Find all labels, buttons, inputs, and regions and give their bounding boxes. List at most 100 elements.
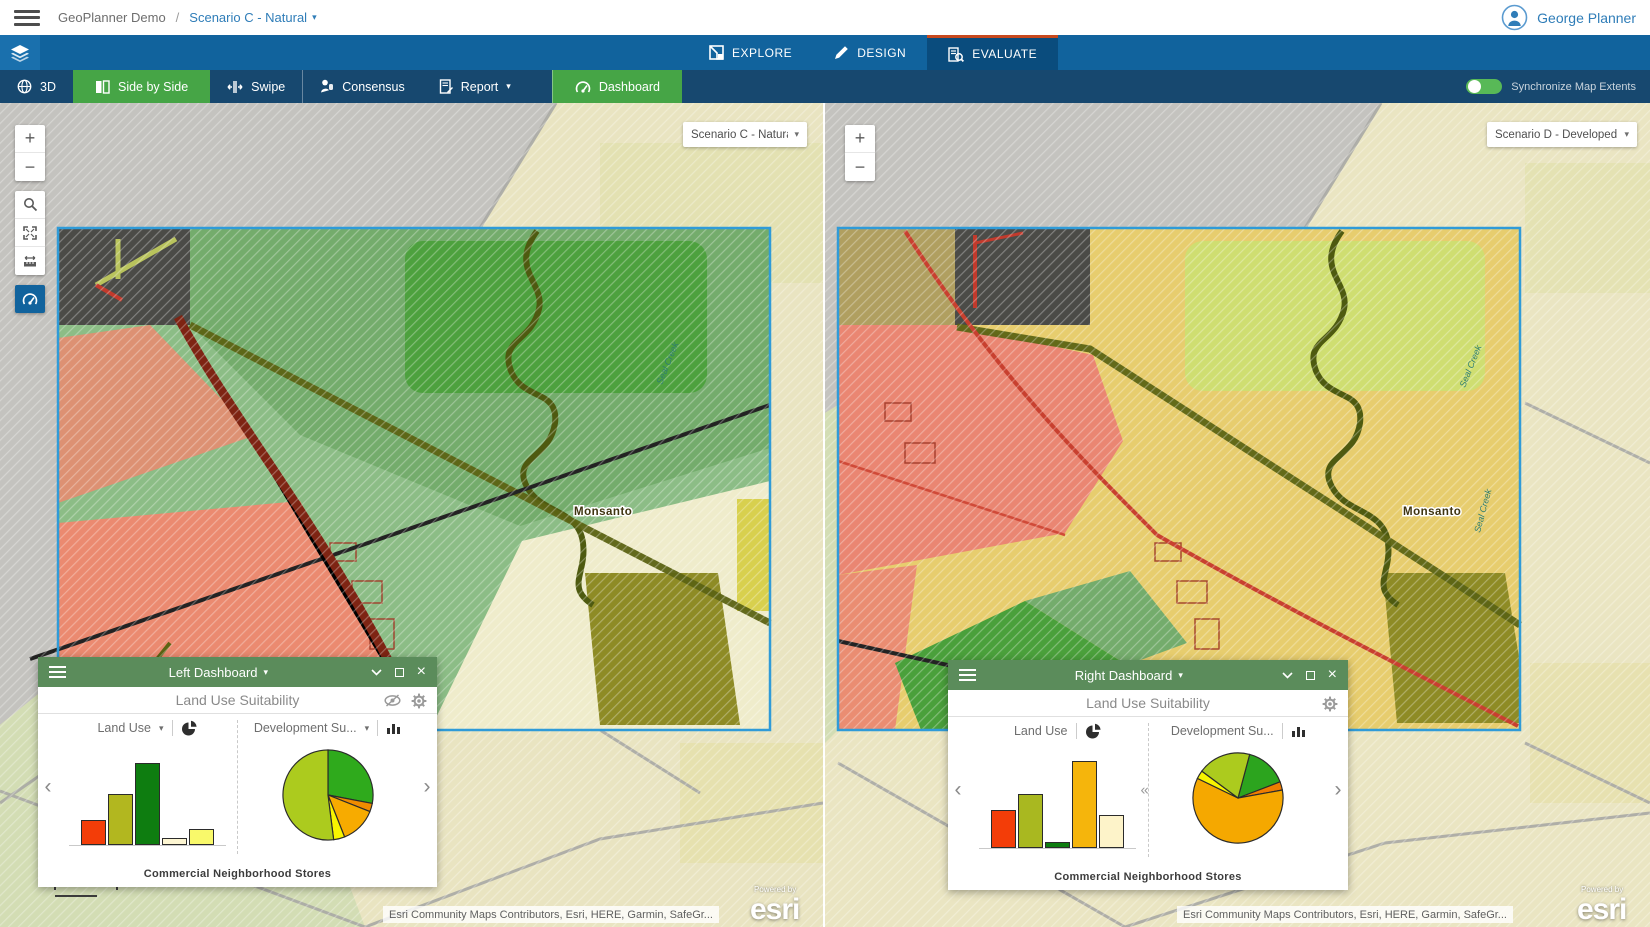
development-suitability-chart-panel: Development Su... ▾ — [238, 714, 417, 860]
land-use-chart-panel: Land Use ▾ — [58, 714, 237, 860]
dashboard-menu-icon[interactable] — [959, 669, 976, 681]
bar-segment — [1099, 815, 1124, 848]
close-icon[interactable]: × — [417, 664, 426, 680]
monsanto-label: Monsanto — [574, 506, 632, 518]
breadcrumb: GeoPlanner Demo / Scenario C - Natural ▾ — [58, 10, 317, 25]
page-right-chevron[interactable]: › — [1328, 717, 1348, 863]
zoom-out-button[interactable]: − — [845, 153, 875, 181]
dashboard-subheader: Land Use Suitability — [38, 687, 437, 714]
collapse-icon[interactable] — [1282, 672, 1293, 679]
right-map[interactable]: Monsanto Seal Creek Seal Creek + − Scena… — [825, 103, 1650, 927]
zoom-in-button[interactable]: + — [845, 125, 875, 153]
page-right-chevron[interactable]: › — [417, 714, 437, 860]
land-use-bar-chart — [69, 746, 226, 846]
land-use-bar-chart — [979, 749, 1136, 849]
collapse-icon[interactable] — [371, 669, 382, 676]
chart-type-dropdown[interactable]: Development Su... — [1171, 724, 1274, 738]
zoom-in-button[interactable]: + — [15, 125, 45, 153]
layers-button[interactable] — [0, 35, 40, 70]
right-scenario-selector[interactable]: Scenario D - Developed ▾ — [1487, 122, 1637, 147]
bar-chart-icon[interactable] — [1291, 724, 1306, 738]
button-label: Consensus — [342, 80, 405, 94]
gear-icon[interactable] — [1322, 696, 1338, 712]
breadcrumb-separator: / — [176, 10, 180, 25]
pie-slice — [328, 750, 373, 804]
tab-label: DESIGN — [857, 46, 906, 60]
zoom-out-button[interactable]: − — [15, 153, 45, 181]
chevron-down-icon: ▾ — [264, 667, 269, 678]
dashboard-menu-icon[interactable] — [49, 666, 66, 678]
left-dashboard-header[interactable]: Left Dashboard ▾ × — [38, 657, 437, 687]
dashboard-button[interactable]: Dashboard — [552, 70, 682, 103]
top-bar: GeoPlanner Demo / Scenario C - Natural ▾… — [0, 0, 1650, 35]
right-dashboard-panel: Right Dashboard ▾ × Land Use Suitability — [948, 660, 1348, 890]
bar-segment — [1045, 842, 1070, 848]
chart-type-dropdown[interactable]: Land Use — [97, 721, 151, 735]
dashboard-title-dropdown[interactable]: Left Dashboard ▾ — [66, 665, 371, 680]
side-by-side-button[interactable]: Side by Side — [73, 70, 210, 103]
tab-label: EVALUATE — [972, 47, 1037, 61]
pie-chart-icon[interactable] — [181, 720, 198, 737]
user-name: George Planner — [1537, 10, 1636, 26]
search-button[interactable] — [15, 191, 45, 219]
report-button[interactable]: Report ▾ — [422, 70, 528, 103]
dashboard-subtitle: Land Use Suitability — [38, 692, 437, 708]
dashboard-window-controls: × — [371, 664, 426, 680]
left-scenario-selector[interactable]: Scenario C - Natural ▾ — [683, 122, 807, 147]
breadcrumb-app-name[interactable]: GeoPlanner Demo — [58, 10, 166, 25]
chart-type-dropdown[interactable]: Development Su... — [254, 721, 357, 735]
close-icon[interactable]: × — [1328, 667, 1337, 683]
consensus-button[interactable]: Consensus — [302, 70, 422, 103]
page-left-chevron[interactable]: ‹ — [38, 714, 58, 860]
dashboard-gauge-icon — [575, 80, 591, 94]
pencil-icon — [834, 45, 849, 60]
user-menu[interactable]: George Planner — [1501, 4, 1636, 31]
visibility-eye-icon[interactable] — [384, 694, 401, 707]
breadcrumb-scenario-label: Scenario C - Natural — [189, 10, 307, 25]
sync-extents-label: Synchronize Map Extents — [1511, 81, 1636, 93]
3d-button[interactable]: 3D — [0, 70, 73, 103]
panel-divider: « — [1148, 723, 1149, 857]
evaluate-toolbar: 3D Side by Side Swipe Consensus — [0, 70, 1650, 103]
left-map[interactable]: Monsanto Seal Creek + − — [0, 103, 823, 927]
extent-button[interactable] — [15, 219, 45, 247]
collapse-panel-chevron[interactable]: « — [1141, 782, 1149, 799]
chart-type-dropdown[interactable]: Land Use — [1014, 724, 1068, 738]
bar-segment — [1072, 761, 1097, 848]
panel-divider — [237, 720, 238, 854]
dashboard-toggle-button[interactable] — [15, 285, 45, 313]
chevron-down-icon: ▾ — [1624, 129, 1629, 140]
sync-extents-control: Synchronize Map Extents — [1466, 70, 1650, 103]
development-suitability-chart-panel: Development Su... — [1149, 717, 1329, 863]
esri-logo: esri — [1577, 895, 1626, 925]
tab-explore[interactable]: EXPLORE — [688, 35, 813, 70]
gear-icon[interactable] — [411, 693, 427, 709]
monsanto-label: Monsanto — [1403, 506, 1461, 518]
pie-slice — [282, 750, 333, 840]
maximize-icon[interactable] — [1306, 671, 1315, 680]
layers-icon — [10, 44, 30, 62]
bar-chart-icon[interactable] — [386, 721, 401, 735]
consensus-icon — [320, 79, 334, 94]
tab-label: EXPLORE — [732, 46, 792, 60]
menu-hamburger-icon[interactable] — [14, 10, 40, 26]
globe-icon — [17, 79, 32, 94]
swipe-icon — [227, 80, 243, 94]
map-tools — [15, 191, 45, 275]
tab-design[interactable]: DESIGN — [813, 35, 927, 70]
chevron-down-icon: ▾ — [365, 723, 370, 734]
mode-tabs: EXPLORE DESIGN EVALUATE — [688, 35, 1058, 70]
land-use-chart-panel: Land Use — [968, 717, 1148, 863]
page-left-chevron[interactable]: ‹ — [948, 717, 968, 863]
swipe-button[interactable]: Swipe — [210, 70, 302, 103]
tab-evaluate[interactable]: EVALUATE — [927, 35, 1058, 70]
dashboard-title-dropdown[interactable]: Right Dashboard ▾ — [976, 668, 1282, 683]
sync-extents-toggle[interactable] — [1466, 79, 1502, 94]
attribution-text: Esri Community Maps Contributors, Esri, … — [1183, 909, 1507, 921]
pie-chart-icon[interactable] — [1085, 723, 1102, 740]
breadcrumb-scenario-dropdown[interactable]: Scenario C - Natural ▾ — [189, 10, 316, 25]
measure-button[interactable] — [15, 247, 45, 275]
right-dashboard-header[interactable]: Right Dashboard ▾ × — [948, 660, 1348, 690]
dashboard-charts-row: ‹ Land Use « — [948, 717, 1348, 863]
maximize-icon[interactable] — [395, 668, 404, 677]
